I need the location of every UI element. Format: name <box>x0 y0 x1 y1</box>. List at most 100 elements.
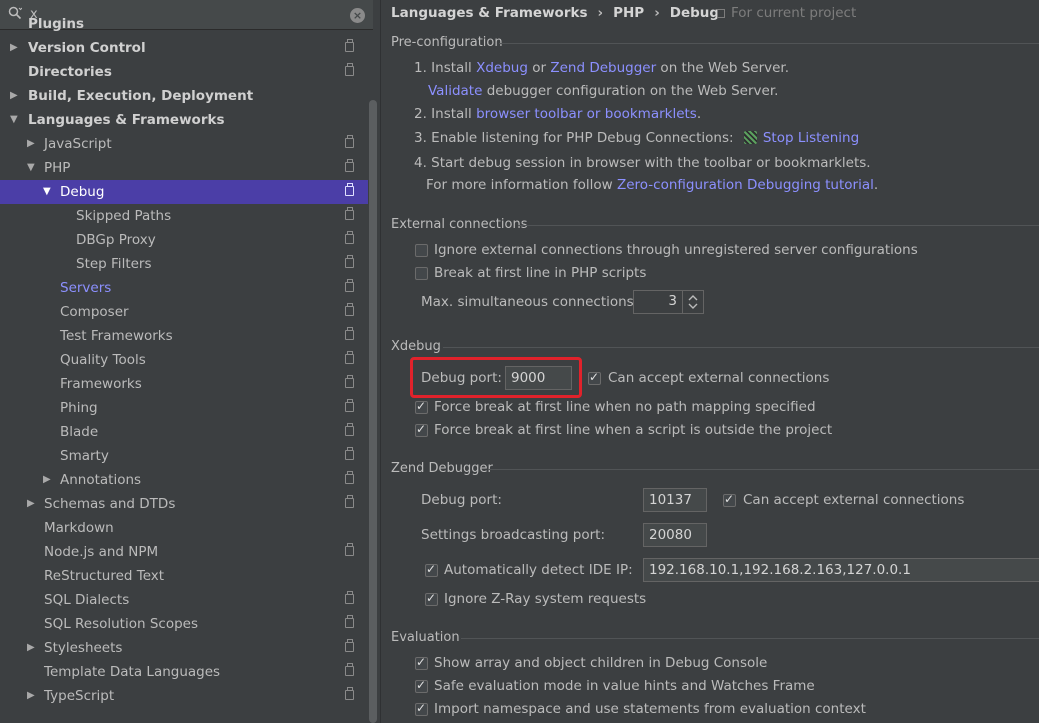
project-scope-icon <box>345 231 354 244</box>
expand-right-icon[interactable]: ▶ <box>27 636 37 660</box>
tree-item-label: Node.js and NPM <box>44 544 159 560</box>
project-scope-icon <box>345 687 354 700</box>
tree-item[interactable]: ▼ Debug <box>0 180 368 204</box>
settings-sidebar: x × Plugins ▶ Version Control Directories ▶ B… <box>0 0 379 723</box>
tree-item[interactable]: ▼ PHP <box>0 156 368 180</box>
tree-item-label: Blade <box>60 424 99 440</box>
tree-item[interactable]: Skipped Paths <box>0 204 368 228</box>
tree-item[interactable]: Directories <box>0 60 368 84</box>
tree-item[interactable]: ▶ Version Control <box>0 36 368 60</box>
tree-item[interactable]: Servers <box>0 276 368 300</box>
tree-item[interactable]: Markdown <box>0 516 368 540</box>
expand-right-icon[interactable]: ▶ <box>27 132 37 156</box>
force-break-no-mapping-checkbox[interactable] <box>415 399 428 414</box>
spinner-arrows[interactable] <box>682 291 703 313</box>
tree-item[interactable]: Plugins <box>0 12 368 36</box>
tree-item-label: TypeScript <box>44 688 115 704</box>
project-scope-icon <box>345 495 354 508</box>
xdebug-accept-external-checkbox[interactable] <box>588 370 601 385</box>
break-first-line-checkbox[interactable] <box>415 267 428 280</box>
breadcrumb-item: PHP <box>613 5 645 21</box>
tree-item[interactable]: ReStructured Text <box>0 564 368 588</box>
tree-item[interactable]: ▶ TypeScript <box>0 684 368 708</box>
tree-item[interactable]: Smarty <box>0 444 368 468</box>
tree-item[interactable]: Node.js and NPM <box>0 540 368 564</box>
show-array-children-checkbox[interactable] <box>415 655 428 670</box>
zero-config-tutorial-link[interactable]: Zero-configuration Debugging tutorial <box>617 177 874 193</box>
expand-right-icon[interactable]: ▶ <box>27 492 37 516</box>
sidebar-scrollbar[interactable] <box>369 100 377 723</box>
zend-debugger-link[interactable]: Zend Debugger <box>550 60 656 76</box>
safe-evaluation-checkbox[interactable] <box>415 678 428 693</box>
tree-item[interactable]: ▼ Languages & Frameworks <box>0 108 368 132</box>
tree-item-label: Phing <box>60 400 98 416</box>
max-connections-label: Max. simultaneous connections: <box>421 294 639 310</box>
tree-item[interactable]: Step Filters <box>0 252 368 276</box>
max-connections-value[interactable]: 3 <box>668 293 677 309</box>
xdebug-port-label: Debug port: <box>421 370 502 386</box>
tree-item[interactable]: ▶ Stylesheets <box>0 636 368 660</box>
max-connections-spinner[interactable]: 3 <box>633 290 704 314</box>
import-namespace-checkbox[interactable] <box>415 701 428 716</box>
expand-right-icon[interactable]: ▶ <box>10 36 20 60</box>
zend-port-field[interactable]: 10137 <box>643 488 707 512</box>
zend-port-label: Debug port: <box>421 492 502 508</box>
tree-item-label: Build, Execution, Deployment <box>28 88 254 104</box>
tree-item[interactable]: SQL Resolution Scopes <box>0 612 368 636</box>
tree-item[interactable]: ▶ Annotations <box>0 468 368 492</box>
ide-ip-field[interactable]: 192.168.10.1,192.168.2.163,127.0.0.1 <box>643 558 1039 582</box>
settings-tree: Plugins ▶ Version Control Directories ▶ Build… <box>0 16 368 723</box>
preconfig-step-3: 3. Enable listening for PHP Debug Connec… <box>414 130 860 146</box>
tree-item[interactable]: Composer <box>0 300 368 324</box>
expand-right-icon[interactable]: ▶ <box>43 468 53 492</box>
tree-item-label: Servers <box>60 280 112 296</box>
breadcrumb-item: Debug <box>669 5 720 21</box>
tree-item[interactable]: ▶ Schemas and DTDs <box>0 492 368 516</box>
tree-item-label: Debug <box>60 184 105 200</box>
section-title-zend: Zend Debugger <box>391 461 493 476</box>
broadcast-port-field[interactable]: 20080 <box>643 523 707 547</box>
stop-listening-link[interactable]: Stop Listening <box>763 130 859 146</box>
tree-item-label: SQL Dialects <box>44 592 130 608</box>
tree-item-label: Directories <box>28 64 112 80</box>
xdebug-port-field[interactable]: 9000 <box>505 366 572 390</box>
validate-link[interactable]: Validate <box>428 83 482 99</box>
project-scope-icon <box>345 351 354 364</box>
tree-item[interactable]: Quality Tools <box>0 348 368 372</box>
tree-item-label: PHP <box>44 160 71 176</box>
import-namespace-label: Import namespace and use statements from… <box>434 701 866 717</box>
expand-down-icon[interactable]: ▼ <box>27 156 37 180</box>
tree-item[interactable]: SQL Dialects <box>0 588 368 612</box>
tree-item[interactable]: Test Frameworks <box>0 324 368 348</box>
listening-icon <box>743 131 757 144</box>
ignore-external-checkbox[interactable] <box>415 244 428 257</box>
tree-item[interactable]: ▶ Build, Execution, Deployment <box>0 84 368 108</box>
tree-item[interactable]: Template Data Languages <box>0 660 368 684</box>
project-scope-icon <box>345 159 354 172</box>
xdebug-link[interactable]: Xdebug <box>476 60 528 76</box>
tree-item[interactable]: Phing <box>0 396 368 420</box>
tree-item-label: Plugins <box>28 16 85 32</box>
browser-toolbar-link[interactable]: browser toolbar or bookmarklets <box>476 106 697 122</box>
tree-item[interactable]: ▶ JavaScript <box>0 132 368 156</box>
broadcast-port-label: Settings broadcasting port: <box>421 527 605 543</box>
auto-detect-ip-checkbox[interactable] <box>425 562 438 577</box>
tree-item[interactable]: DBGp Proxy <box>0 228 368 252</box>
force-break-outside-project-label: Force break at first line when a script … <box>434 422 833 438</box>
project-scope-icon <box>345 423 354 436</box>
tree-item-label: Frameworks <box>60 376 142 392</box>
expand-down-icon[interactable]: ▼ <box>10 108 20 132</box>
force-break-outside-project-checkbox[interactable] <box>415 422 428 437</box>
expand-right-icon[interactable]: ▶ <box>10 84 20 108</box>
tree-item[interactable]: Blade <box>0 420 368 444</box>
zend-accept-external-checkbox[interactable] <box>723 492 736 507</box>
breadcrumb-item: Languages & Frameworks <box>391 5 588 21</box>
project-scope-icon <box>345 183 354 196</box>
tree-item-label: JavaScript <box>44 136 112 152</box>
expand-right-icon[interactable]: ▶ <box>27 684 37 708</box>
expand-down-icon[interactable]: ▼ <box>43 180 53 204</box>
ignore-zray-checkbox[interactable] <box>425 591 438 606</box>
tree-item-label: Schemas and DTDs <box>44 496 176 512</box>
project-scope-icon <box>345 447 354 460</box>
tree-item[interactable]: Frameworks <box>0 372 368 396</box>
